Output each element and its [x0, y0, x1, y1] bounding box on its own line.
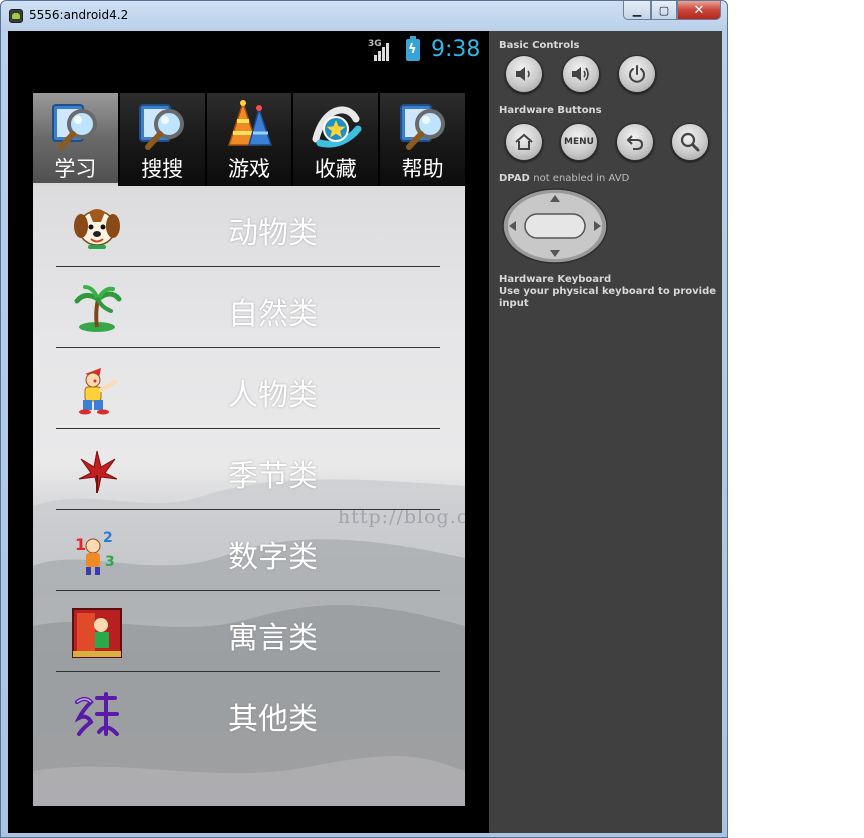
dpad-title: DPAD not enabled in AVD [499, 173, 630, 184]
tab-favorites[interactable]: 收藏 [293, 93, 379, 186]
star-swirl-icon [312, 106, 362, 148]
category-label: 人物类 [228, 378, 318, 413]
category-label: 动物类 [228, 216, 318, 251]
power-icon [629, 65, 645, 83]
power-button[interactable] [618, 55, 656, 93]
dpad-control[interactable] [501, 187, 609, 265]
category-label: 寓言类 [228, 621, 318, 656]
tab-label: 游戏 [227, 157, 270, 181]
title-bar[interactable]: 5556:android4.2 ▁ ▢ ✕ [1, 1, 727, 31]
signal-icon: 3G [368, 39, 398, 61]
category-item-fables[interactable]: 寓言类 [33, 591, 465, 672]
party-hat-icon [227, 100, 273, 146]
volume-down-button[interactable] [505, 55, 543, 93]
tab-label: 搜搜 [141, 157, 184, 181]
category-item-seasons[interactable]: 季节类 [33, 429, 465, 510]
magnifier-book-icon [139, 104, 185, 150]
hardware-buttons-title: Hardware Buttons [499, 105, 602, 116]
learning-app: 学习 搜搜 游戏 收藏 帮助 http://blog.c 动物类 自然类 人物类… [33, 93, 465, 806]
category-item-numbers[interactable]: 1 2 3 数字类 [33, 510, 465, 591]
menu-button-label: MENU [564, 137, 594, 147]
tab-help[interactable]: 帮助 [380, 93, 465, 186]
fable-picture-icon [72, 608, 122, 658]
category-label: 季节类 [228, 459, 318, 494]
keyboard-description: Use your physical keyboard to provide in… [499, 286, 717, 309]
search-button[interactable] [671, 123, 709, 161]
menu-button[interactable]: MENU [560, 123, 598, 161]
status-bar: 3G ϟ 9:38 [8, 31, 489, 71]
category-item-nature[interactable]: 自然类 [33, 267, 465, 348]
maximize-button[interactable]: ▢ [651, 1, 677, 20]
keyboard-title: Hardware Keyboard [499, 274, 612, 285]
device-screen: 3G ϟ 9:38 学习 搜搜 游戏 收藏 帮助 http://blog.c 动… [8, 31, 489, 833]
emulator-controls: Basic Controls Hardware Buttons MENU DPA… [489, 31, 722, 833]
volume-up-button[interactable] [562, 55, 600, 93]
back-button[interactable] [616, 123, 654, 161]
tab-label: 学习 [54, 157, 97, 181]
palm-tree-icon [74, 285, 122, 332]
numbers-icon: 1 2 3 [75, 530, 115, 575]
volume-down-icon [516, 67, 530, 81]
android-app-icon [9, 9, 23, 23]
minimize-button[interactable]: ▁ [623, 1, 651, 20]
category-label: 其他类 [228, 702, 318, 737]
search-icon [680, 132, 700, 152]
tab-label: 帮助 [401, 157, 444, 181]
keyboard-note: Hardware Keyboard Use your physical keyb… [499, 274, 722, 310]
category-panel: http://blog.csdn.net/ [33, 186, 465, 806]
puppy-icon [74, 209, 120, 249]
category-item-people[interactable]: 人物类 [33, 348, 465, 429]
tab-games[interactable]: 游戏 [206, 93, 292, 186]
calligraphy-icon [74, 692, 119, 736]
emulator-window: 5556:android4.2 ▁ ▢ ✕ 3G ϟ 9:38 学习 搜搜 游戏… [0, 0, 728, 838]
volume-up-icon [572, 67, 589, 81]
home-button[interactable] [505, 123, 543, 161]
status-clock: 9:38 [431, 37, 481, 62]
category-item-others[interactable]: 其他类 [33, 672, 465, 753]
magnifier-book-icon [399, 104, 445, 150]
svg-text:2: 2 [103, 530, 113, 546]
tab-search[interactable]: 搜搜 [119, 93, 205, 186]
category-label: 数字类 [228, 540, 318, 575]
category-list: 动物类 自然类 人物类 季节类 1 2 3 数字类 寓言类 其他类 [33, 186, 465, 806]
back-icon [626, 135, 644, 150]
svg-text:3: 3 [105, 554, 115, 570]
clown-icon [79, 368, 117, 415]
category-item-animals[interactable]: 动物类 [33, 186, 465, 267]
tab-bar: 学习 搜搜 游戏 收藏 帮助 [33, 93, 465, 186]
window-buttons: ▁ ▢ ✕ [623, 1, 721, 21]
svg-text:1: 1 [75, 535, 86, 554]
tab-study[interactable]: 学习 [33, 93, 118, 186]
close-button[interactable]: ✕ [677, 1, 721, 20]
red-leaf-icon [78, 450, 118, 493]
category-label: 自然类 [228, 297, 318, 332]
battery-icon: ϟ [406, 36, 420, 61]
magnifier-book-icon [52, 104, 98, 150]
dpad-note: not enabled in AVD [533, 173, 630, 184]
window-title: 5556:android4.2 [29, 8, 129, 22]
home-icon [515, 133, 533, 150]
tab-label: 收藏 [314, 157, 357, 181]
basic-controls-title: Basic Controls [499, 40, 580, 51]
